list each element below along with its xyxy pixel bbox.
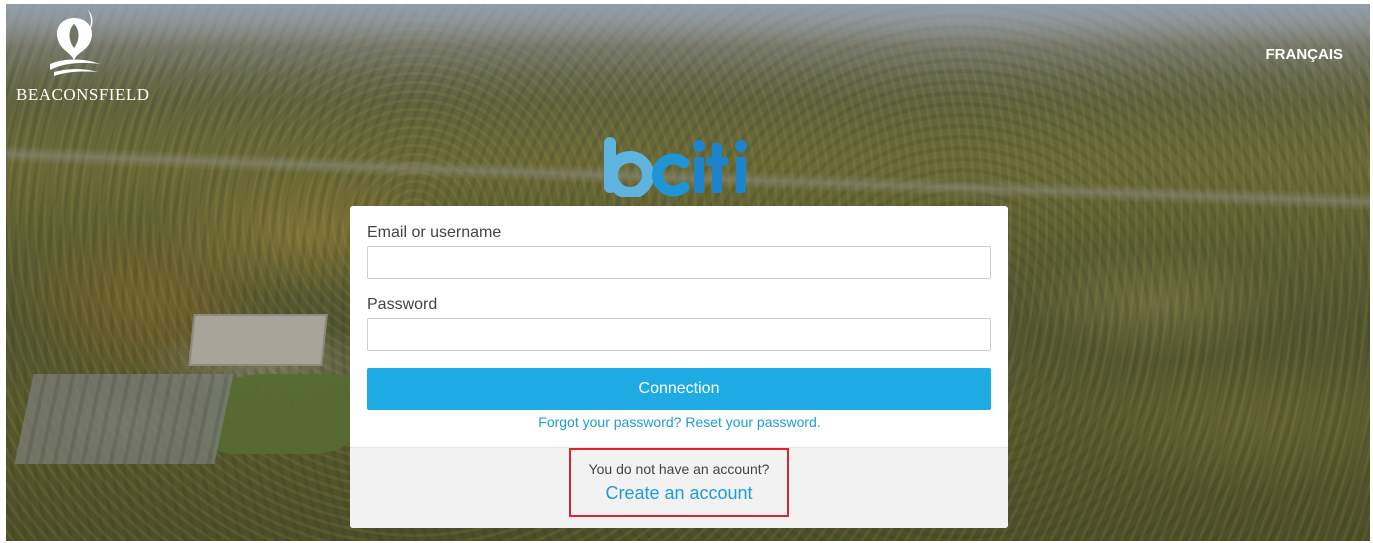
bciti-iti-glyphs: [693, 140, 747, 193]
logo-text: BEACONSFIELD: [16, 85, 150, 104]
password-label: Password: [367, 296, 438, 313]
bciti-c-glyph: [651, 153, 690, 197]
beaconsfield-emblem-icon: [50, 10, 100, 76]
reset-password-link[interactable]: Forgot your password? Reset your passwor…: [367, 414, 992, 430]
password-field[interactable]: [367, 318, 991, 351]
login-form: Email or username Password Connection Fo…: [350, 206, 1008, 430]
signup-footer: You do not have an account? Create an ac…: [350, 447, 1008, 528]
email-field[interactable]: [367, 246, 991, 279]
no-account-text: You do not have an account?: [588, 461, 770, 477]
beaconsfield-logo[interactable]: BEACONSFIELD: [14, 10, 149, 105]
bciti-b-glyph: [604, 137, 654, 197]
language-toggle-link[interactable]: FRANÇAIS: [1266, 46, 1344, 63]
login-card: Email or username Password Connection Fo…: [350, 206, 1008, 528]
create-account-link[interactable]: Create an account: [350, 483, 1008, 504]
bciti-brand-logo: [604, 137, 747, 197]
connection-button[interactable]: Connection: [367, 368, 991, 410]
email-label: Email or username: [367, 224, 502, 241]
